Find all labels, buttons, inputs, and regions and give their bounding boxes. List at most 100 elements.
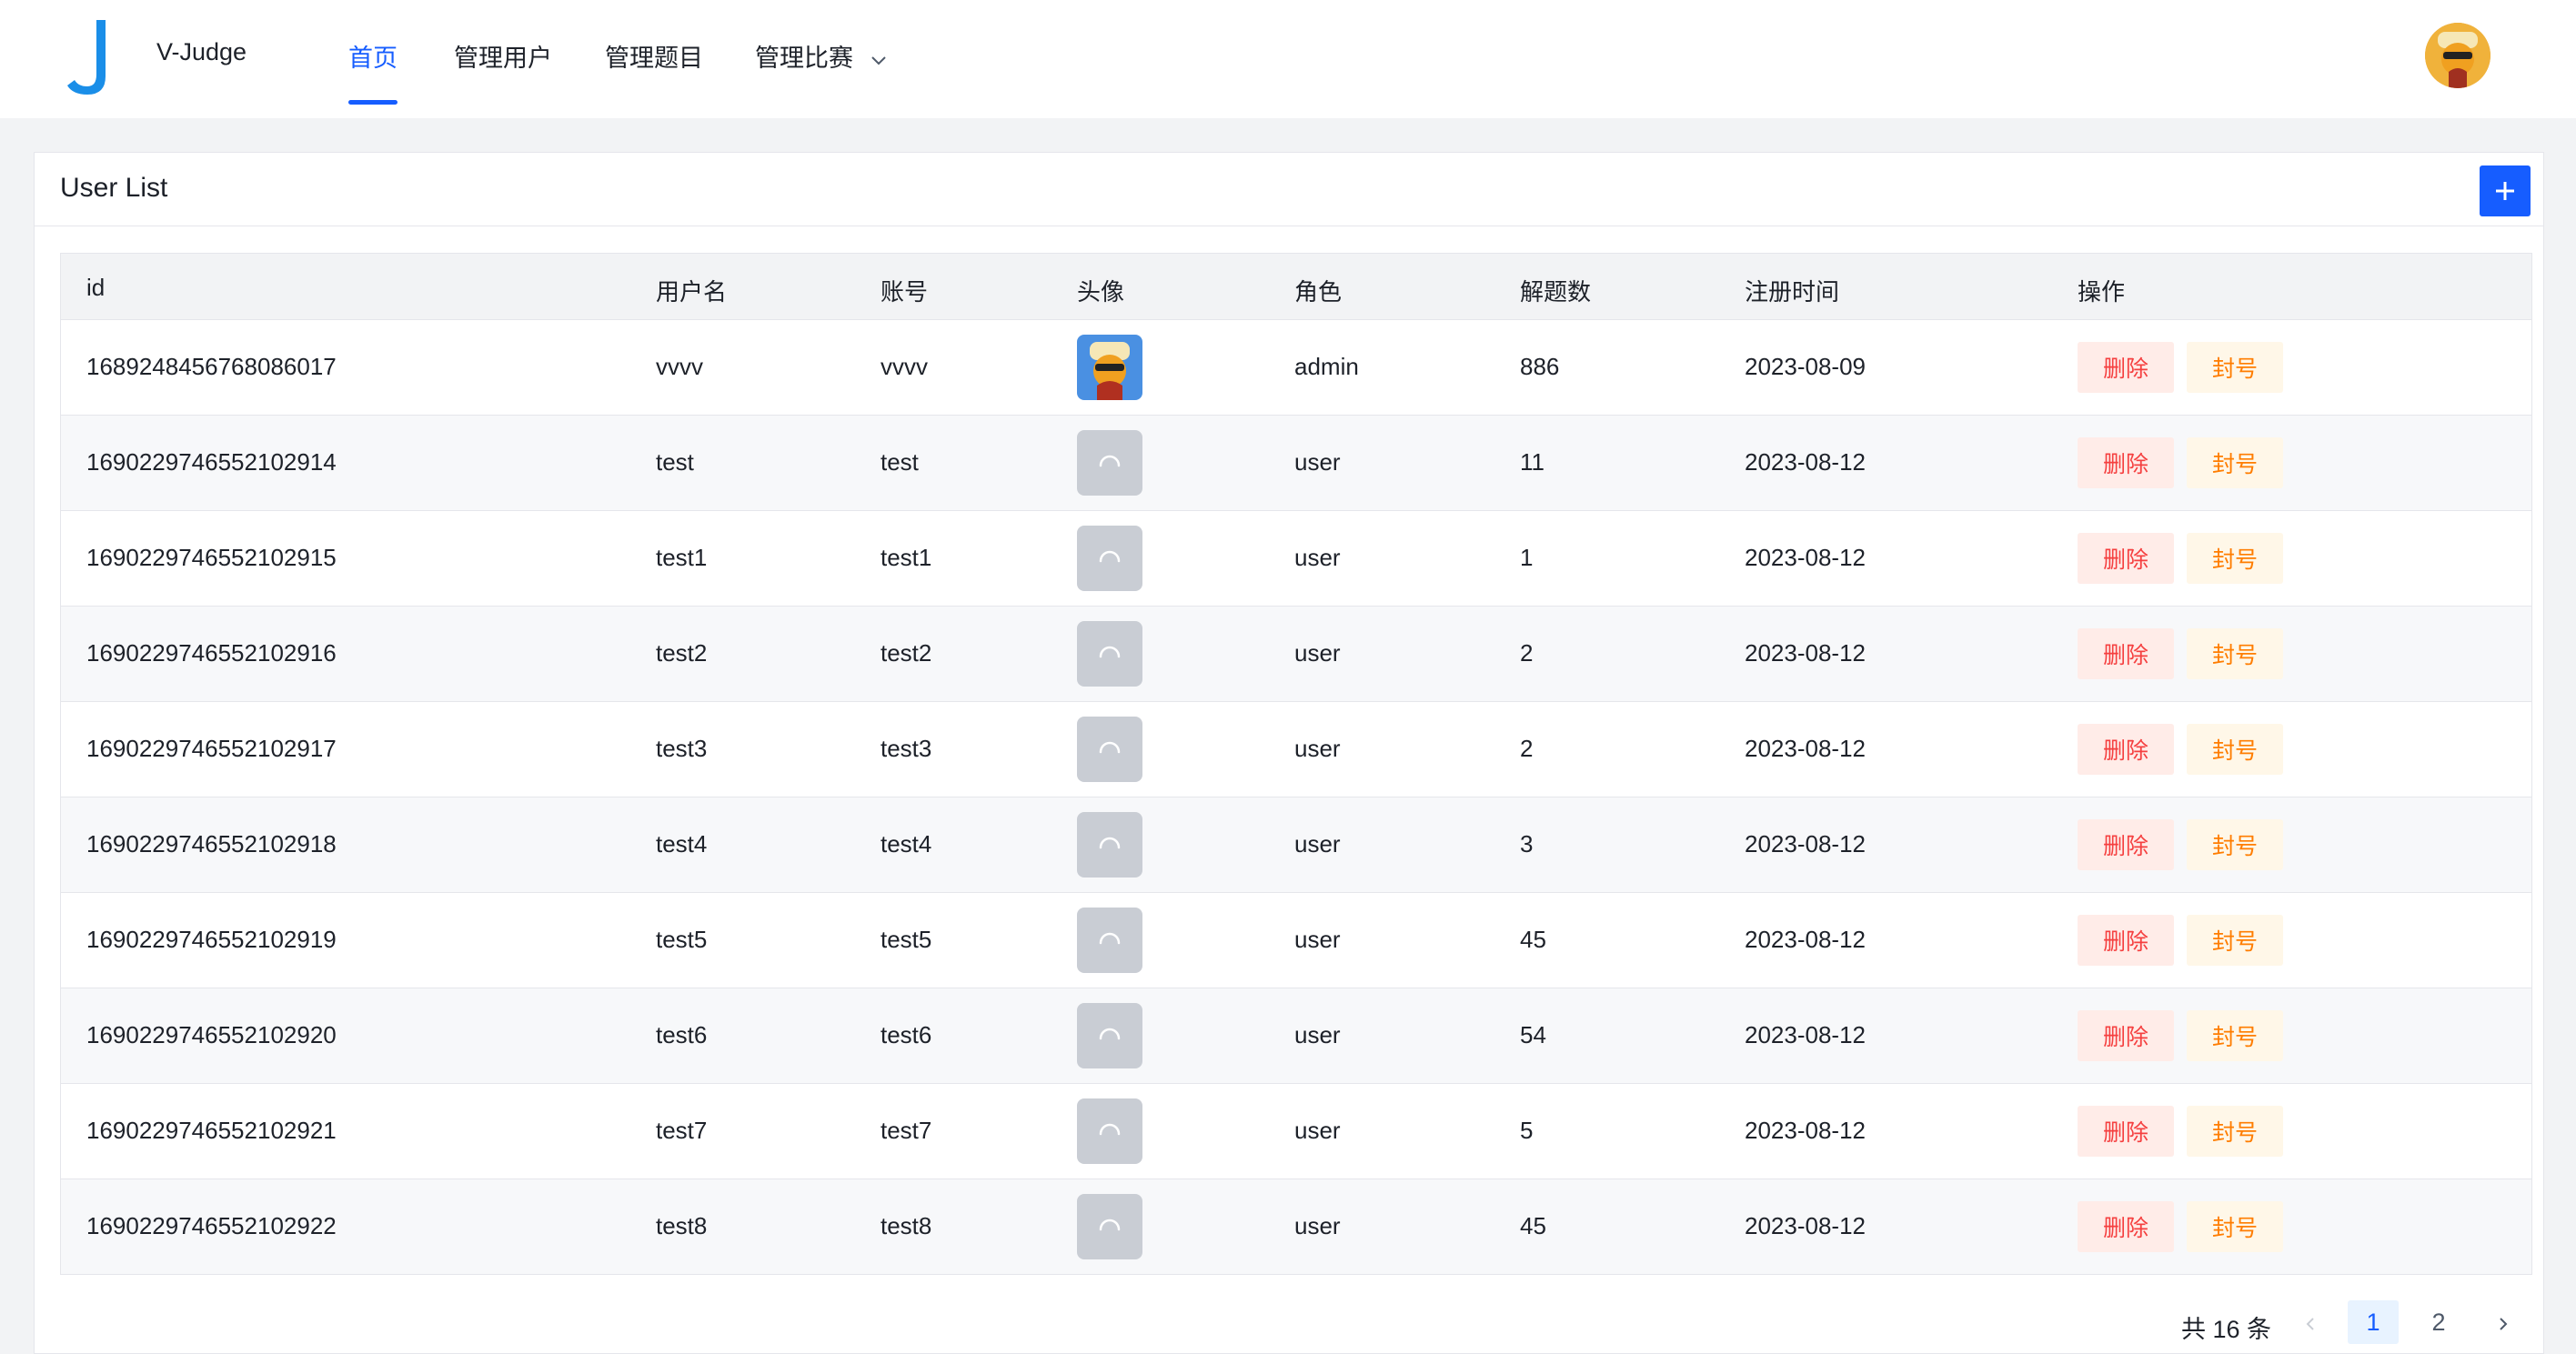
cell-id: 1690229746552102915 xyxy=(86,544,337,571)
cell-id: 1690229746552102920 xyxy=(86,1021,337,1048)
cell-solved: 2 xyxy=(1520,735,1534,762)
cell-account: test xyxy=(880,448,919,476)
delete-button[interactable]: 删除 xyxy=(2078,915,2174,966)
cell-registered: 2023-08-12 xyxy=(1745,448,1866,476)
cell-solved: 11 xyxy=(1520,448,1545,476)
active-tab-indicator xyxy=(348,100,397,105)
avatar-loading xyxy=(1077,1003,1142,1068)
loading-spinner-icon xyxy=(1099,741,1121,754)
plus-icon xyxy=(2496,182,2514,200)
ban-button[interactable]: 封号 xyxy=(2187,819,2283,870)
column-header-account: 账号 xyxy=(880,278,929,306)
cell-role: user xyxy=(1294,544,1341,571)
pagination: 共 16 条 1 2 xyxy=(0,1291,2576,1344)
cell-username: test5 xyxy=(656,926,708,953)
table-row: 1689248456768086017 vvvv vvvv admin 886 2023-… xyxy=(61,320,2531,416)
cell-username: test4 xyxy=(656,830,708,858)
cell-role: user xyxy=(1294,1117,1341,1144)
page-button-2[interactable]: 2 xyxy=(2413,1300,2464,1344)
nav-manage-problems[interactable]: 管理题目 xyxy=(605,38,703,74)
cell-role: user xyxy=(1294,1212,1341,1239)
ban-button[interactable]: 封号 xyxy=(2187,724,2283,775)
cell-solved: 2 xyxy=(1520,639,1534,667)
nav-home[interactable]: 首页 xyxy=(348,38,397,105)
cell-role: user xyxy=(1294,1021,1341,1048)
top-navbar: V-Judge 首页 管理用户 管理题目 管理比赛 xyxy=(0,0,2576,118)
delete-button[interactable]: 删除 xyxy=(2078,342,2174,393)
ban-button[interactable]: 封号 xyxy=(2187,1010,2283,1061)
user-avatar-icon xyxy=(2425,23,2490,88)
delete-button[interactable]: 删除 xyxy=(2078,533,2174,584)
chevron-down-icon xyxy=(870,56,886,65)
card-header: User List xyxy=(35,153,2543,226)
cell-username: test6 xyxy=(656,1021,708,1048)
cell-username: test1 xyxy=(656,544,708,571)
cell-solved: 1 xyxy=(1520,544,1534,571)
cell-id: 1690229746552102917 xyxy=(86,735,337,762)
delete-button[interactable]: 删除 xyxy=(2078,724,2174,775)
cell-id: 1690229746552102916 xyxy=(86,639,337,667)
table-header: id 用户名 账号 头像 角色 解题数 注册时间 操作 xyxy=(61,254,2531,320)
app-name[interactable]: V-Judge xyxy=(156,38,247,66)
avatar-loading xyxy=(1077,717,1142,782)
delete-button[interactable]: 删除 xyxy=(2078,819,2174,870)
avatar-loading xyxy=(1077,430,1142,496)
cell-account: test5 xyxy=(880,926,932,953)
logo-icon[interactable] xyxy=(62,16,116,98)
column-header-role: 角色 xyxy=(1294,278,1343,306)
cell-id: 1690229746552102921 xyxy=(86,1117,337,1144)
page-button-1[interactable]: 1 xyxy=(2348,1300,2399,1344)
ban-button[interactable]: 封号 xyxy=(2187,1106,2283,1157)
table-row: 1690229746552102922 test8 test8 user 45 2023-… xyxy=(61,1179,2531,1274)
nav-manage-contests[interactable]: 管理比赛 xyxy=(755,38,888,74)
add-user-button[interactable] xyxy=(2480,165,2531,216)
cell-solved: 5 xyxy=(1520,1117,1534,1144)
ban-button[interactable]: 封号 xyxy=(2187,342,2283,393)
loading-spinner-icon xyxy=(1099,1028,1121,1040)
avatar-loading xyxy=(1077,621,1142,687)
cell-role: user xyxy=(1294,639,1341,667)
table-row: 1690229746552102919 test5 test5 user 45 2023-… xyxy=(61,893,2531,988)
cell-account: test6 xyxy=(880,1021,932,1048)
delete-button[interactable]: 删除 xyxy=(2078,1010,2174,1061)
avatar xyxy=(1077,335,1142,400)
nav-manage-users[interactable]: 管理用户 xyxy=(454,38,552,74)
cell-role: admin xyxy=(1294,353,1359,380)
delete-button[interactable]: 删除 xyxy=(2078,1106,2174,1157)
chevron-left-icon[interactable] xyxy=(2299,1306,2321,1342)
column-header-registered: 注册时间 xyxy=(1745,278,1840,306)
cell-solved: 45 xyxy=(1520,926,1546,953)
ban-button[interactable]: 封号 xyxy=(2187,533,2283,584)
table-row: 1690229746552102920 test6 test6 user 54 2023-… xyxy=(61,988,2531,1084)
nav-manage-contests-label: 管理比赛 xyxy=(755,45,853,72)
cell-account: test3 xyxy=(880,735,932,762)
column-header-actions: 操作 xyxy=(2078,278,2126,306)
table-row: 1690229746552102917 test3 test3 user 2 2023-0… xyxy=(61,702,2531,797)
loading-spinner-icon xyxy=(1099,837,1121,849)
cell-id: 1690229746552102919 xyxy=(86,926,337,953)
cell-registered: 2023-08-12 xyxy=(1745,1021,1866,1048)
loading-spinner-icon xyxy=(1099,932,1121,945)
delete-button[interactable]: 删除 xyxy=(2078,1201,2174,1252)
user-avatar[interactable] xyxy=(2425,23,2490,88)
delete-button[interactable]: 删除 xyxy=(2078,628,2174,679)
loading-spinner-icon xyxy=(1099,455,1121,467)
ban-button[interactable]: 封号 xyxy=(2187,437,2283,488)
table-row: 1690229746552102921 test7 test7 user 5 2023-0… xyxy=(61,1084,2531,1179)
user-list-card: User List id 用户名 账号 头像 角色 解题数 注册时间 操作 16… xyxy=(34,152,2544,1354)
chevron-right-icon[interactable] xyxy=(2492,1306,2514,1342)
delete-button[interactable]: 删除 xyxy=(2078,437,2174,488)
ban-button[interactable]: 封号 xyxy=(2187,628,2283,679)
cell-role: user xyxy=(1294,735,1341,762)
ban-button[interactable]: 封号 xyxy=(2187,915,2283,966)
cell-solved: 45 xyxy=(1520,1212,1546,1239)
nav-home-label: 首页 xyxy=(348,45,397,72)
user-table: id 用户名 账号 头像 角色 解题数 注册时间 操作 168924845676… xyxy=(60,253,2532,1275)
table-row: 1690229746552102914 test test user 11 2023-08… xyxy=(61,416,2531,511)
cell-role: user xyxy=(1294,926,1341,953)
avatar-loading xyxy=(1077,526,1142,591)
ban-button[interactable]: 封号 xyxy=(2187,1201,2283,1252)
cell-id: 1690229746552102914 xyxy=(86,448,337,476)
cell-role: user xyxy=(1294,448,1341,476)
table-row: 1690229746552102916 test2 test2 user 2 2023-0… xyxy=(61,607,2531,702)
